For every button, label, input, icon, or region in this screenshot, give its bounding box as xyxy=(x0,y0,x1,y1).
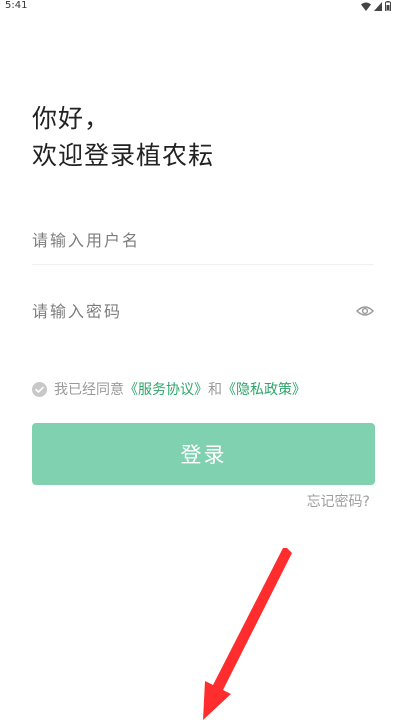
username-input[interactable] xyxy=(32,218,332,262)
privacy-policy-link[interactable]: 《隐私政策》 xyxy=(222,379,306,399)
status-bar: 5:41 xyxy=(0,0,405,14)
agreement-connector: 和 xyxy=(208,382,222,398)
greeting-line-2: 欢迎登录植农耘 xyxy=(32,141,215,170)
password-field-container xyxy=(32,289,374,335)
service-agreement-link[interactable]: 《服务协议》 xyxy=(124,379,208,399)
eye-icon[interactable] xyxy=(356,303,374,319)
password-input[interactable] xyxy=(32,289,332,333)
agreement-text: 我已经同意 xyxy=(54,382,124,398)
status-time: 5:41 xyxy=(5,0,28,11)
login-button[interactable]: 登录 xyxy=(32,423,375,485)
agreement-checkbox-icon[interactable] xyxy=(32,381,54,397)
battery-icon xyxy=(385,1,391,11)
agreement-row: 我已经同意 《服务协议》 和 《隐私政策》 xyxy=(32,379,306,399)
signal-icon xyxy=(374,1,382,11)
username-field-container xyxy=(32,218,374,265)
wifi-icon xyxy=(361,2,371,11)
greeting-line-1: 你好， xyxy=(32,104,111,133)
greeting-heading: 你好， 欢迎登录植农耘 xyxy=(32,100,214,174)
login-screen: 5:41 你好， 欢迎登录植农耘 请输入用户名 我已经同意 《服务协议》 和 《… xyxy=(0,0,405,720)
status-icons xyxy=(361,1,391,11)
forgot-password-link[interactable]: 忘记密码? xyxy=(307,491,370,511)
